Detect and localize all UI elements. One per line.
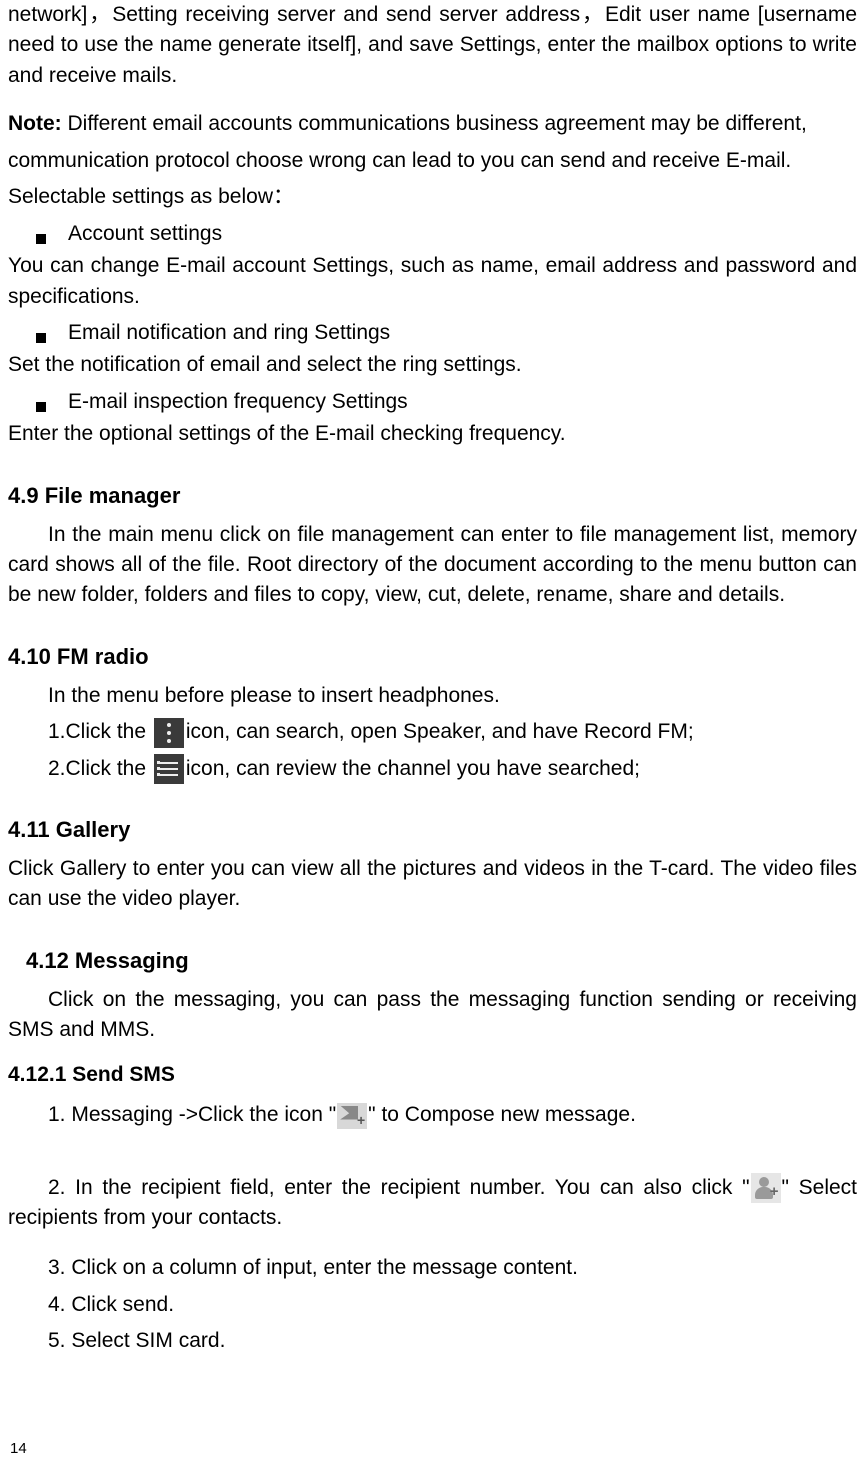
bullet-account-settings: Account settings — [8, 219, 857, 249]
sms-step-1: 1. Messaging ->Click the icon " " to Comp… — [8, 1100, 857, 1130]
file-manager-body: In the main menu click on file managemen… — [8, 520, 857, 611]
heading-file-manager: 4.9 File manager — [8, 480, 857, 512]
bullet-inspection-frequency: E-mail inspection frequency Settings — [8, 387, 857, 417]
gallery-body: Click Gallery to enter you can view all … — [8, 854, 857, 915]
fm-intro: In the menu before please to insert head… — [8, 681, 857, 711]
channel-list-icon — [154, 754, 184, 784]
fm-step-2a: 2.Click the — [48, 757, 152, 780]
add-contact-icon — [751, 1173, 781, 1203]
sms-step-4: 4. Click send. — [8, 1290, 857, 1320]
bullet-label-2: Email notification and ring Settings — [68, 318, 390, 348]
note-line-1: Note: Different email accounts communica… — [8, 109, 857, 139]
bullet-email-notification: Email notification and ring Settings — [8, 318, 857, 348]
bullet-desc-3: Enter the optional settings of the E-mai… — [8, 419, 857, 449]
messaging-body: Click on the messaging, you can pass the… — [8, 985, 857, 1046]
bullet-label-1: Account settings — [68, 219, 222, 249]
sms-step-3: 3. Click on a column of input, enter the… — [8, 1253, 857, 1283]
note-label: Note: — [8, 112, 62, 135]
heading-messaging: 4.12 Messaging — [26, 945, 857, 977]
sms-step-2a: 2. In the recipient field, enter the rec… — [8, 1176, 750, 1199]
note-line-2: communication protocol choose wrong can … — [8, 146, 857, 176]
note-text-1: Different email accounts communications … — [62, 112, 807, 135]
square-bullet-icon — [36, 402, 46, 412]
square-bullet-icon — [36, 234, 46, 244]
bullet-desc-1: You can change E-mail account Settings, … — [8, 251, 857, 312]
intro-paragraph: network]，Setting receiving server and se… — [8, 0, 857, 91]
fm-step-2: 2.Click the icon, can review the channel… — [8, 754, 857, 784]
fm-step-1b: icon, can search, open Speaker, and have… — [186, 720, 694, 743]
heading-fm-radio: 4.10 FM radio — [8, 641, 857, 673]
compose-message-icon — [337, 1103, 367, 1129]
bullet-label-3: E-mail inspection frequency Settings — [68, 387, 408, 417]
selectable-line: Selectable settings as below： — [8, 182, 857, 212]
square-bullet-icon — [36, 333, 46, 343]
fm-step-1a: 1.Click the — [48, 720, 152, 743]
fm-step-2b: icon, can review the channel you have se… — [186, 757, 640, 780]
heading-gallery: 4.11 Gallery — [8, 814, 857, 846]
overflow-menu-icon — [154, 718, 184, 748]
sms-step-5: 5. Select SIM card. — [8, 1326, 857, 1356]
sms-step-1a: 1. Messaging ->Click the icon " — [48, 1103, 336, 1126]
sms-step-2: 2. In the recipient field, enter the rec… — [8, 1173, 857, 1234]
page-number: 14 — [10, 1438, 27, 1460]
fm-step-1: 1.Click the icon, can search, open Speak… — [8, 717, 857, 747]
bullet-desc-2: Set the notification of email and select… — [8, 350, 857, 380]
heading-send-sms: 4.12.1 Send SMS — [8, 1060, 857, 1090]
sms-step-1b: " to Compose new message. — [368, 1103, 636, 1126]
